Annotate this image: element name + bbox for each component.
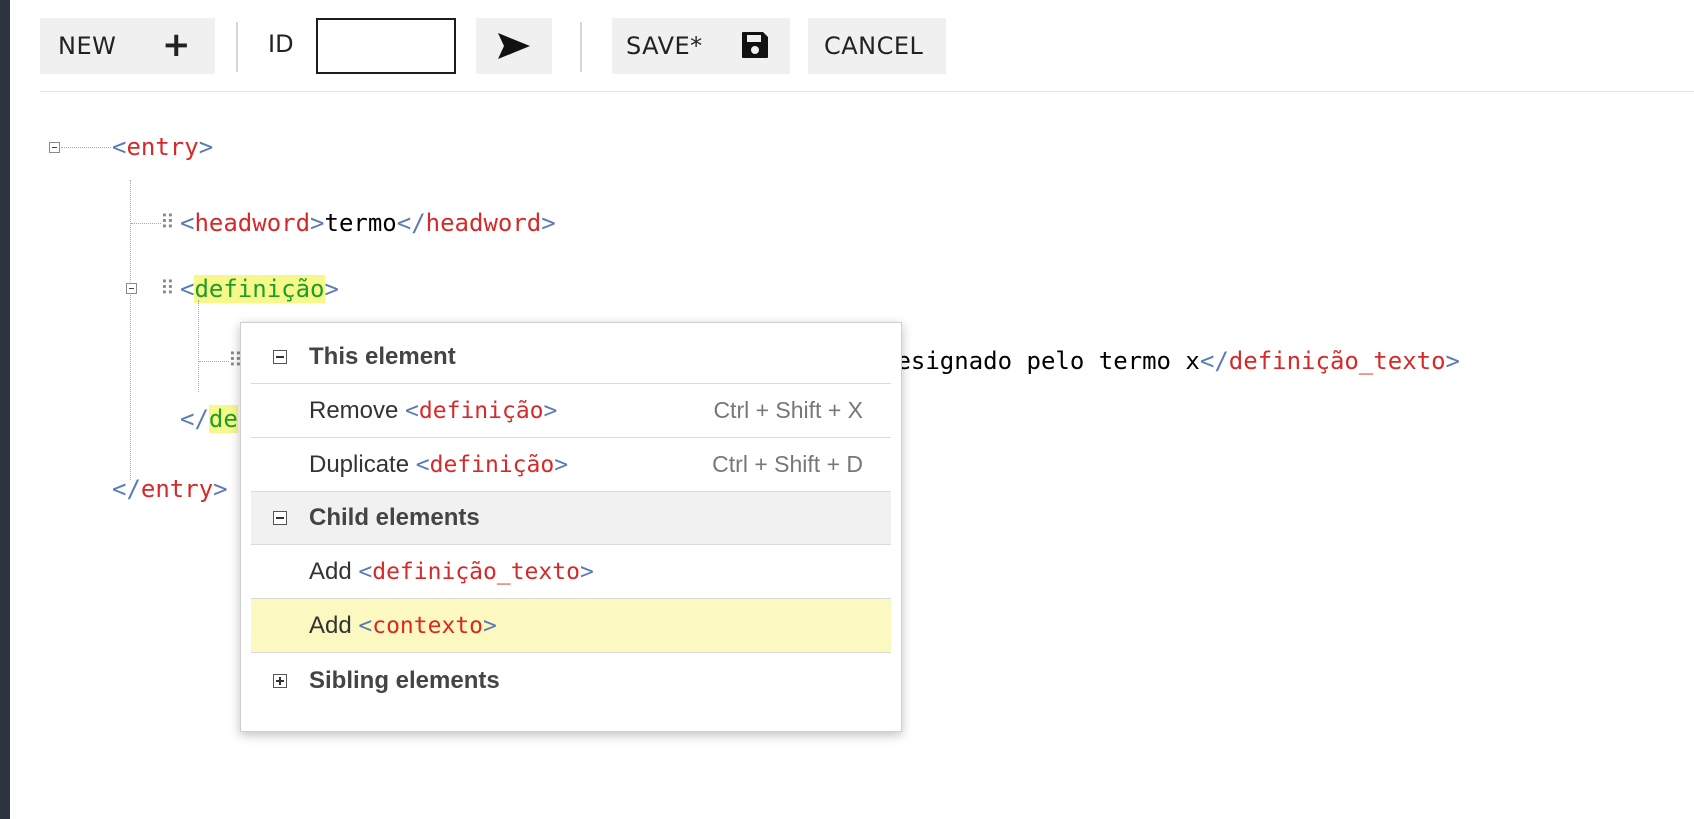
tree-connector (199, 361, 229, 362)
section-child-elements[interactable]: Child elements (251, 492, 891, 544)
tree-guide (198, 300, 199, 392)
menu-item-text: < (358, 612, 373, 639)
cancel-button[interactable]: CANCEL (808, 18, 946, 74)
drag-handle-icon[interactable]: ⠿ (160, 276, 175, 300)
cancel-button-label: CANCEL (824, 32, 924, 60)
xml-token: </ (112, 475, 141, 503)
new-button[interactable]: NEW + (40, 18, 215, 74)
xml-token: > (541, 209, 556, 237)
xml-token: </ (1199, 347, 1229, 375)
drag-handle-icon[interactable]: ⠿ (160, 210, 175, 234)
section-this-element[interactable]: This element (251, 331, 891, 383)
toolbar-separator (236, 22, 238, 72)
xml-token: > (324, 275, 339, 303)
entry-close-tag[interactable]: </entry> (112, 474, 228, 504)
xml-token: < (180, 209, 195, 237)
editor-frame: NEW + ID SAVE* CANCEL <entry> ⠿ <headwor… (10, 0, 1694, 819)
menu-item-text: < (415, 451, 430, 478)
definicao-close-tag[interactable]: </de (180, 404, 238, 434)
id-input[interactable] (316, 18, 456, 74)
menu-item-add-contexto[interactable]: Add <contexto> (251, 599, 891, 652)
duplicate-tag-name: definição (429, 451, 555, 478)
remove-tag-name: definição (418, 397, 544, 424)
floppy-disk-icon (742, 32, 768, 58)
section-sibling-elements[interactable]: Sibling elements (251, 653, 891, 709)
menu-item-text: <definição> (416, 452, 568, 478)
xml-token: </ (180, 405, 209, 433)
menu-item-text: > (554, 451, 569, 478)
duplicate-shortcut: Ctrl + Shift + D (712, 451, 863, 477)
menu-item-text: > (543, 397, 558, 424)
xml-token: headword (194, 209, 311, 237)
add-definicao-texto-tag-name: definição_texto (372, 558, 580, 585)
xml-token: > (198, 133, 214, 161)
menu-item-remove[interactable]: Remove <definição> Ctrl + Shift + X (251, 384, 891, 437)
xml-token: > (1445, 347, 1460, 375)
menu-item-text: < (405, 397, 419, 424)
definicao-open-tag[interactable]: <definição> (180, 274, 339, 304)
toolbar-divider (40, 91, 1694, 92)
plus-icon: + (162, 25, 191, 65)
menu-item-text: > (483, 612, 497, 639)
xml-token: definição (194, 275, 325, 303)
menu-item-add-definicao-texto[interactable]: Add <definição_texto> (251, 545, 891, 598)
definicao-texto-text: designado pelo termo x (882, 347, 1200, 375)
menu-item-text: Add (309, 611, 352, 639)
menu-item-text: Add (309, 557, 352, 585)
menu-item-text: <definição_texto> (358, 559, 593, 585)
xml-token: definição_texto (1228, 347, 1446, 375)
xml-token: > (310, 209, 325, 237)
headword-text: termo (324, 209, 397, 237)
menu-item-text: Duplicate (309, 450, 410, 478)
collapse-definicao-toggle[interactable] (126, 283, 137, 294)
save-button[interactable]: SAVE* (612, 18, 790, 74)
xml-token: </ (396, 209, 426, 237)
xml-token: de (208, 405, 238, 433)
context-menu: This element Remove <definição> Ctrl + S… (240, 322, 902, 732)
id-label: ID (268, 30, 294, 58)
xml-token: < (180, 275, 195, 303)
go-button[interactable] (476, 18, 552, 74)
toolbar-separator (580, 22, 582, 72)
xml-token: entry (140, 475, 214, 503)
xml-token: definição (194, 275, 325, 303)
menu-item-text: > (579, 558, 594, 585)
tree-guide (130, 180, 131, 480)
menu-item-text: <definição> (405, 398, 557, 424)
remove-shortcut: Ctrl + Shift + X (713, 397, 863, 423)
menu-item-text: Remove (309, 396, 399, 424)
save-button-label: SAVE* (626, 32, 703, 60)
new-button-label: NEW (58, 32, 117, 60)
xml-token: de (208, 405, 238, 433)
tree-connector (61, 147, 111, 148)
xml-token: headword (425, 209, 542, 237)
menu-item-duplicate[interactable]: Duplicate <definição> Ctrl + Shift + D (251, 438, 891, 491)
send-arrow-icon (498, 33, 530, 59)
menu-item-text: <contexto> (358, 613, 497, 639)
definicao-texto-element[interactable]: designado pelo termo x</definição_texto> (882, 346, 1460, 376)
xml-token: entry (126, 133, 199, 161)
menu-item-text: < (358, 558, 373, 585)
toolbar: NEW + ID SAVE* CANCEL (10, 0, 1694, 92)
collapse-entry-toggle[interactable] (49, 142, 60, 153)
collapse-section-icon (273, 350, 287, 364)
add-contexto-tag-name: contexto (372, 612, 484, 639)
headword-element[interactable]: <headword>termo</headword> (180, 208, 556, 238)
tree-connector (131, 223, 161, 224)
xml-token: < (112, 133, 127, 161)
entry-open-tag[interactable]: <entry> (112, 132, 213, 162)
collapse-section-icon (273, 511, 287, 525)
xml-token: > (213, 475, 228, 503)
expand-section-icon (273, 674, 287, 688)
